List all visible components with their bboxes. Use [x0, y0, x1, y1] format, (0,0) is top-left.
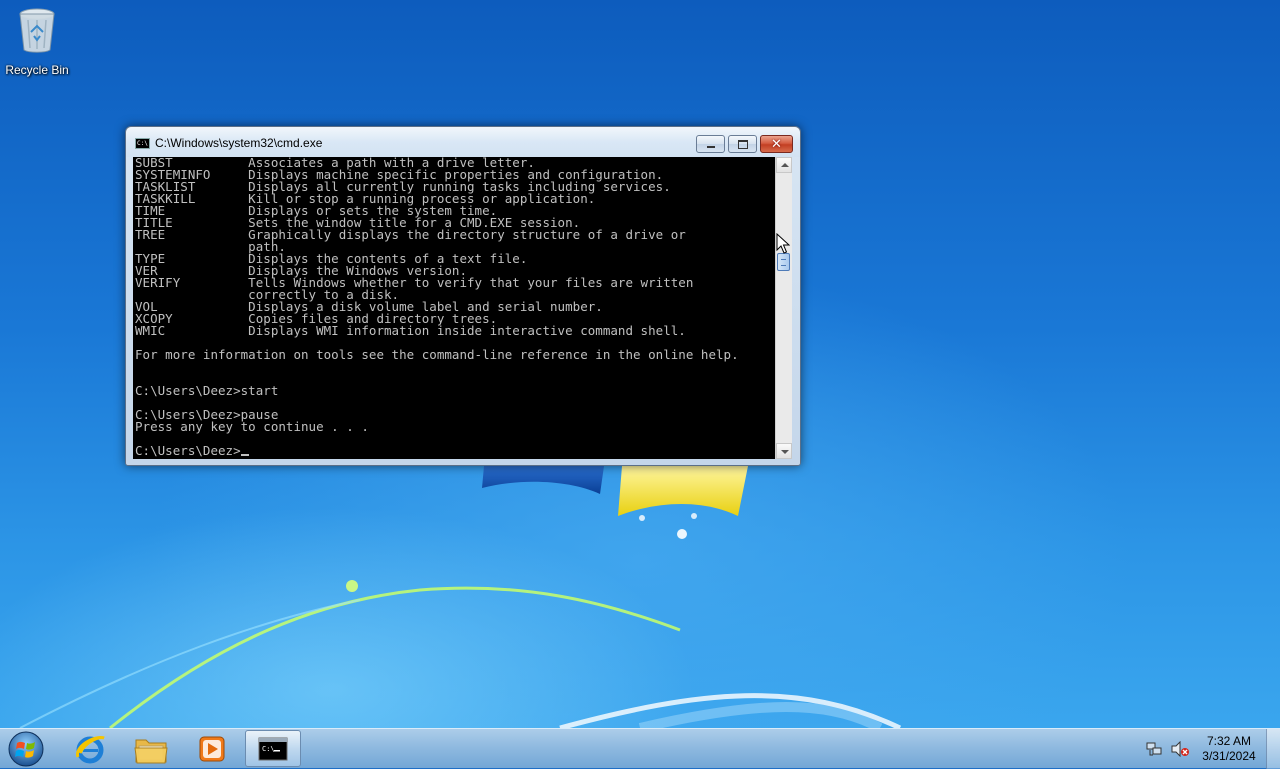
console-prompt-line[interactable]: C:\Users\Deez>: [135, 443, 739, 458]
network-icon[interactable]: [1146, 741, 1162, 757]
maximize-button[interactable]: [728, 135, 757, 153]
console-prompt: C:\Users\Deez>: [135, 443, 241, 458]
system-clock[interactable]: 7:32 AM 3/31/2024: [1194, 734, 1264, 764]
console-line: Press any key to continue . . .: [135, 419, 369, 434]
text-cursor: [240, 454, 249, 456]
recycle-bin-icon: [19, 8, 55, 53]
media-player-icon: [199, 736, 225, 762]
console-lines: SUBST Associates a path with a drive let…: [135, 157, 739, 457]
folder-icon: [134, 739, 168, 764]
cmd-icon: C:\: [135, 138, 150, 149]
taskbar-media-player[interactable]: [184, 730, 240, 767]
window-titlebar[interactable]: C:\ C:\Windows\system32\cmd.exe ✕: [126, 127, 800, 157]
desktop-icon-label: Recycle Bin: [5, 63, 69, 77]
volume-muted-icon[interactable]: [1171, 741, 1189, 757]
vertical-scrollbar[interactable]: [775, 157, 792, 459]
scroll-down-button[interactable]: [776, 443, 792, 459]
scroll-thumb[interactable]: [777, 253, 790, 271]
taskbar[interactable]: C:\ 7:32 AM 3/31/2024: [0, 728, 1280, 769]
cmd-window[interactable]: C:\ C:\Windows\system32\cmd.exe ✕ SUBST …: [125, 126, 801, 466]
clock-date: 3/31/2024: [1202, 749, 1256, 763]
close-icon: ✕: [771, 136, 782, 151]
console-line: C:\Users\Deez>start: [135, 383, 279, 398]
clock-time: 7:32 AM: [1206, 734, 1252, 748]
taskbar-command-prompt[interactable]: C:\: [245, 730, 301, 767]
scroll-up-button[interactable]: [776, 157, 792, 173]
console-output[interactable]: SUBST Associates a path with a drive let…: [133, 157, 775, 459]
console-line: For more information on tools see the co…: [135, 347, 739, 362]
minimize-button[interactable]: [696, 135, 725, 153]
start-button[interactable]: [6, 730, 46, 768]
internet-explorer-icon: [76, 736, 105, 764]
taskbar-internet-explorer[interactable]: [62, 730, 118, 767]
cmd-icon: C:\: [258, 737, 288, 761]
show-desktop-button[interactable]: [1266, 729, 1280, 769]
close-button[interactable]: ✕: [760, 135, 793, 153]
console-line: WMIC Displays WMI information inside int…: [135, 323, 686, 338]
window-title: C:\Windows\system32\cmd.exe: [155, 136, 323, 150]
desktop[interactable]: Recycle Bin C:\ C:\Windows\system32\cmd.…: [0, 0, 1280, 728]
windows-start-orb-icon: [8, 731, 44, 767]
desktop-icon-recycle-bin[interactable]: Recycle Bin: [4, 6, 70, 77]
svg-text:C:\: C:\: [262, 745, 275, 753]
mouse-pointer-icon: [776, 233, 790, 254]
taskbar-windows-explorer[interactable]: [123, 730, 179, 767]
